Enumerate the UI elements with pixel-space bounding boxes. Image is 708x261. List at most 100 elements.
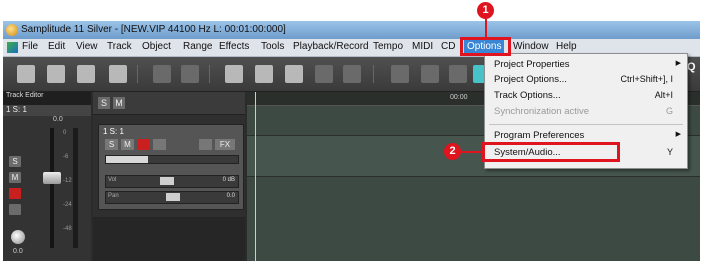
- delete-icon[interactable]: [343, 65, 361, 83]
- mute-button[interactable]: M: [9, 172, 21, 183]
- pan-knob[interactable]: [11, 230, 25, 244]
- menu-object[interactable]: Object: [142, 41, 171, 52]
- track-editor-panel: Track Editor 1 S: 1 S M 0.0 0 -6 -12 -24…: [3, 92, 91, 261]
- meter-scale-label: -12: [63, 178, 72, 184]
- track-level-fill: [106, 156, 148, 163]
- solo-button[interactable]: S: [9, 156, 21, 167]
- track-header-panel: S M 1 S: 1 S M FX Vol 0 dB Pan 0.0: [93, 92, 245, 261]
- open-folder-icon[interactable]: [47, 65, 65, 83]
- menu-range[interactable]: Range: [183, 41, 212, 52]
- meter-scale-label: -24: [63, 202, 72, 208]
- pan-value: 0.0: [226, 193, 235, 199]
- track-volume-slider[interactable]: Vol 0 dB: [105, 175, 239, 188]
- pan-slider-thumb[interactable]: [166, 193, 180, 201]
- menu-item-label: Program Preferences: [494, 130, 585, 141]
- track-record-button[interactable]: [137, 139, 150, 150]
- menu-item-label: Synchronization active: [494, 106, 590, 117]
- menu-item-label: Project Options...: [494, 74, 567, 85]
- volume-label: Vol: [108, 177, 117, 183]
- menu-item-project-options[interactable]: Project Options... Ctrl+Shift+], I: [485, 72, 687, 87]
- volume-fader-knob[interactable]: [43, 172, 61, 184]
- menu-item-shortcut: Y: [666, 147, 673, 157]
- menu-help[interactable]: Help: [556, 41, 577, 52]
- menu-item-label: Project Properties: [494, 59, 570, 70]
- menu-item-shortcut: Alt+I: [654, 90, 673, 100]
- copy-icon[interactable]: [255, 65, 273, 83]
- menu-file[interactable]: File: [22, 41, 38, 52]
- save-icon[interactable]: [109, 65, 127, 83]
- track-selector-label: 1 S: 1: [6, 105, 27, 114]
- menu-cd[interactable]: CD: [441, 41, 455, 52]
- track-level-bar: [105, 155, 239, 164]
- new-file-icon[interactable]: [17, 65, 35, 83]
- record-arm-button[interactable]: [9, 188, 21, 199]
- global-solo-button[interactable]: S: [98, 97, 110, 109]
- volume-slider-thumb[interactable]: [160, 177, 174, 185]
- volume-value: 0 dB: [222, 177, 235, 183]
- playback-cursor[interactable]: [255, 92, 256, 261]
- track-mute-button[interactable]: M: [121, 139, 134, 150]
- menu-view[interactable]: View: [76, 41, 98, 52]
- menu-midi[interactable]: MIDI: [412, 41, 433, 52]
- empty-track-area: [93, 217, 245, 261]
- track-editor-title: Track Editor: [6, 92, 44, 99]
- menu-item-shortcut: Ctrl+Shift+], I: [620, 74, 673, 84]
- volume-fader-track: [50, 128, 54, 248]
- meter-scale-label: -6: [63, 154, 69, 160]
- toolbar-divider: [137, 65, 138, 83]
- align-left-icon[interactable]: [391, 65, 409, 83]
- track-header-toolbar: S M: [93, 92, 245, 115]
- mixer-icon[interactable]: [449, 65, 467, 83]
- menu-separator: [489, 124, 683, 125]
- align-right-icon[interactable]: [421, 65, 439, 83]
- toolbar-divider: [373, 65, 374, 83]
- menu-item-project-properties[interactable]: Project Properties ▶: [485, 57, 687, 72]
- menu-item-program-preferences[interactable]: Program Preferences ▶: [485, 128, 687, 143]
- samplitude-app-icon: [6, 24, 18, 36]
- track-fx-button[interactable]: FX: [215, 139, 235, 150]
- menu-item-track-options[interactable]: Track Options... Alt+I: [485, 88, 687, 103]
- menu-item-synchronization-active: Synchronization active G: [485, 104, 687, 119]
- title-bar: Samplitude 11 Silver - [NEW.VIP 44100 Hz…: [3, 21, 700, 39]
- menu-tools[interactable]: Tools: [261, 41, 284, 52]
- meter-scale-label: -48: [63, 226, 72, 232]
- menu-item-shortcut: G: [665, 106, 673, 116]
- step-1-badge: 1: [477, 2, 494, 19]
- global-mute-button[interactable]: M: [113, 97, 125, 109]
- quantize-label[interactable]: Q: [687, 61, 696, 73]
- track-selector[interactable]: 1 S: 1: [3, 105, 91, 116]
- cut-icon[interactable]: [225, 65, 243, 83]
- ruler-timecode: 00:00: [450, 94, 468, 101]
- redo-icon[interactable]: [181, 65, 199, 83]
- track-editor-header: Track Editor: [3, 92, 91, 105]
- system-audio-highlight: [482, 142, 620, 162]
- undo-icon[interactable]: [153, 65, 171, 83]
- menu-item-label: Track Options...: [494, 90, 561, 101]
- track-1-header[interactable]: 1 S: 1 S M FX Vol 0 dB Pan 0.0: [98, 124, 244, 210]
- submenu-arrow-icon: ▶: [675, 60, 681, 67]
- menu-window[interactable]: Window: [513, 41, 549, 52]
- track-monitor-button[interactable]: [153, 139, 166, 150]
- monitor-button[interactable]: [9, 204, 21, 215]
- track-name: 1 S: 1: [103, 127, 124, 136]
- pan-label: Pan: [108, 193, 119, 199]
- menu-effects[interactable]: Effects: [219, 41, 249, 52]
- paste-special-icon[interactable]: [315, 65, 333, 83]
- submenu-arrow-icon: ▶: [675, 131, 681, 138]
- track-solo-button[interactable]: S: [105, 139, 118, 150]
- window-title: Samplitude 11 Silver - [NEW.VIP 44100 Hz…: [21, 24, 286, 35]
- pan-knob-value: 0.0: [13, 248, 23, 255]
- step-2-badge: 2: [444, 143, 461, 160]
- menu-playback-record[interactable]: Playback/Record: [293, 41, 369, 52]
- paste-icon[interactable]: [285, 65, 303, 83]
- step-1-connector: [485, 19, 487, 37]
- menu-tempo[interactable]: Tempo: [373, 41, 403, 52]
- menu-edit[interactable]: Edit: [48, 41, 65, 52]
- options-menu-highlight: [460, 37, 511, 56]
- track-auto-button[interactable]: [199, 139, 212, 150]
- track-pan-slider[interactable]: Pan 0.0: [105, 191, 239, 204]
- level-meter: [73, 128, 78, 248]
- menu-track[interactable]: Track: [107, 41, 132, 52]
- menu-bar-icon[interactable]: [7, 42, 18, 53]
- import-icon[interactable]: [77, 65, 95, 83]
